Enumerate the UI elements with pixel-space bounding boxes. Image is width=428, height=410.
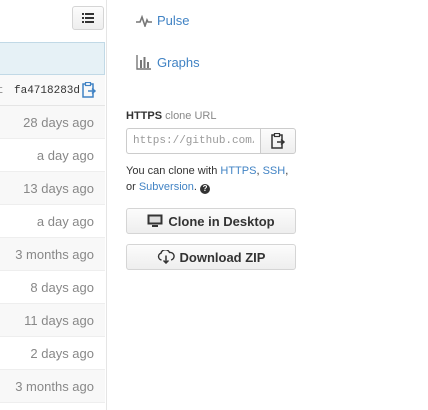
period: . [193,181,197,193]
clone-url-box [126,128,296,154]
file-age-list: 28 days ago a day ago 13 days ago a day … [0,106,105,403]
clone-url-input[interactable] [126,128,260,154]
commit-age: 8 days ago [30,279,94,295]
clone-url-label: HTTPS clone URL [126,110,216,122]
nav-item-label: Pulse [157,13,190,28]
commit-age: 3 months ago [15,246,94,262]
latest-commit-bar: t fa4718283d [0,75,105,106]
table-row[interactable]: 2 days ago [0,337,105,370]
pulse-icon [136,14,152,27]
list-icon [82,13,94,23]
monitor-icon [147,214,163,227]
table-row[interactable]: 8 days ago [0,271,105,304]
or-text: or [126,181,136,193]
button-label: Clone in Desktop [168,213,275,229]
file-list-pane: t fa4718283d 28 days ago a day ago 13 da… [0,0,107,410]
table-row[interactable]: 11 days ago [0,304,105,337]
download-zip-button[interactable]: Download ZIP [126,244,296,270]
commit-age: 28 days ago [23,114,94,130]
table-row[interactable]: a day ago [0,139,105,172]
commit-header [0,42,105,75]
commit-age: 2 days ago [30,345,94,361]
nav-item-label: Graphs [157,54,200,70]
nav-item-graphs[interactable]: Graphs [136,54,200,70]
clipboard-icon [271,133,285,149]
commit-age: a day ago [36,147,94,163]
subversion-link[interactable]: Subversion [139,181,194,193]
commit-age: a day ago [36,213,94,229]
commit-age: 3 months ago [15,378,94,394]
list-view-toggle-button[interactable] [72,6,104,30]
graph-icon [136,55,151,70]
clone-help-text: You can clone with HTTPS, SSH, or Subver… [126,163,306,195]
table-row[interactable]: 3 months ago [0,370,105,403]
separator: , [285,165,289,177]
https-link[interactable]: HTTPS [220,165,256,177]
help-prefix: You can clone with [126,165,218,177]
help-icon[interactable]: ? [200,184,211,194]
copy-clone-url-button[interactable] [260,128,296,154]
clone-protocol: HTTPS [126,110,163,122]
commit-age: 11 days ago [24,312,94,328]
table-row[interactable]: 13 days ago [0,172,105,205]
clipboard-icon[interactable] [82,81,97,103]
commit-sha-prefix: t [0,85,4,97]
separator: , [256,165,260,177]
table-row[interactable]: 3 months ago [0,238,105,271]
commit-age: 13 days ago [23,180,94,196]
cloud-download-icon [157,250,175,264]
commit-sha[interactable]: fa4718283d [14,85,80,97]
clone-in-desktop-button[interactable]: Clone in Desktop [126,208,296,234]
nav-item-pulse[interactable]: Pulse [136,13,190,28]
table-row[interactable]: 28 days ago [0,106,105,139]
ssh-link[interactable]: SSH [263,165,286,177]
table-row[interactable]: a day ago [0,205,105,238]
button-label: Download ZIP [179,249,266,265]
clone-label-suffix: clone URL [165,110,217,122]
